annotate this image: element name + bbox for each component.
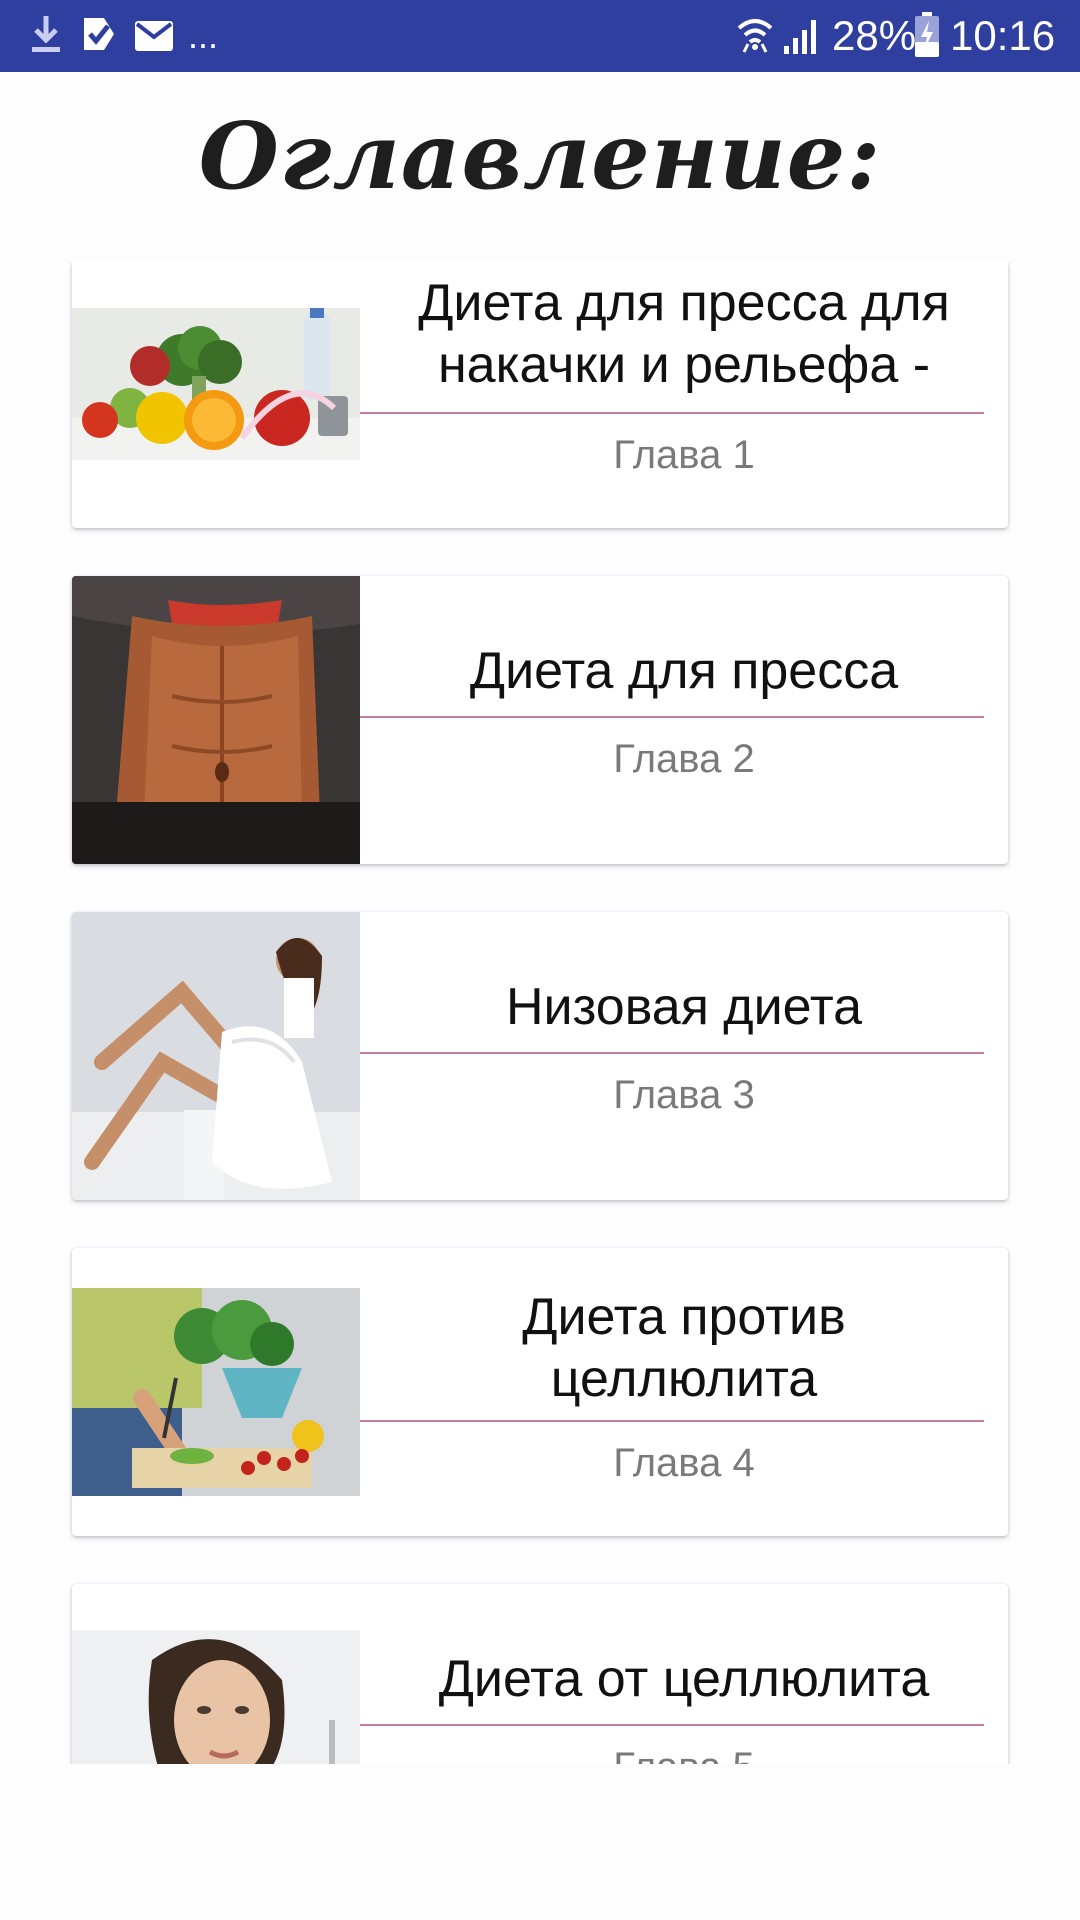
- chapter-title-line: Низовая диета: [505, 978, 863, 1036]
- card-divider: [360, 1724, 984, 1726]
- signal-icon: [784, 20, 816, 54]
- download-icon: [32, 16, 60, 52]
- chapter-number: Глава 5: [360, 1742, 1008, 1764]
- card-divider: [360, 716, 984, 718]
- card-divider: [360, 1052, 984, 1054]
- status-bar: ... 28% 10:16: [0, 0, 1080, 72]
- abs-torso-image: [72, 576, 360, 864]
- mail-icon: [135, 21, 173, 51]
- chapter-title: Низовая диета: [360, 976, 1008, 1038]
- chapter-title-line: накачки и рельефа -: [437, 336, 931, 394]
- chapter-card[interactable]: Диета от целлюлита Глава 5: [72, 1584, 1008, 1764]
- woman-white-dress-image: [72, 912, 360, 1200]
- chapter-title-line: Диета от целлюлита: [438, 1650, 930, 1708]
- chapter-title: Диета для пресса для накачки и рельефа -: [360, 272, 1008, 396]
- screen: ... 28% 10:16 Оглавление: Диета для прес…: [0, 0, 1080, 1920]
- chapter-card[interactable]: Диета для пресса для накачки и рельефа -…: [72, 262, 1008, 528]
- chapter-card[interactable]: Диета для пресса Глава 2: [72, 576, 1008, 864]
- chapter-number: Глава 1: [613, 433, 755, 477]
- chapter-card[interactable]: Низовая диета Глава 3: [72, 912, 1008, 1200]
- chapter-title-line: Диета для пресса: [469, 642, 899, 700]
- chapter-number: Глава 4: [613, 1441, 755, 1485]
- chapter-title-line: целлюлита: [550, 1350, 818, 1408]
- battery-percent: 28%: [832, 12, 917, 59]
- wifi-icon: [737, 19, 773, 53]
- chapter-title: Диета от целлюлита: [360, 1648, 1008, 1710]
- woman-face-image: [72, 1630, 360, 1764]
- fruits-vegetables-image: [72, 308, 360, 460]
- battery-charging-icon: [915, 12, 939, 57]
- clock: 10:16: [950, 12, 1056, 59]
- chapter-title: Диета против целлюлита: [360, 1286, 1008, 1410]
- salad-cooking-image: [72, 1288, 360, 1496]
- page-title: Оглавление:: [198, 102, 882, 210]
- chapter-number: Глава 3: [613, 1073, 755, 1117]
- card-divider: [360, 412, 984, 414]
- chapter-title: Диета для пресса: [360, 640, 1008, 702]
- chapter-list[interactable]: Диета для пресса для накачки и рельефа -…: [0, 262, 1080, 1764]
- chapter-title-line: Диета для пресса для: [418, 274, 950, 332]
- chapter-number: Глава 2: [613, 737, 755, 781]
- chapter-title-line: Диета против: [522, 1288, 846, 1346]
- card-divider: [360, 1420, 984, 1422]
- chapter-card[interactable]: Диета против целлюлита Глава 4: [72, 1248, 1008, 1536]
- task-check-icon: [84, 18, 114, 50]
- status-overflow: ...: [188, 15, 219, 56]
